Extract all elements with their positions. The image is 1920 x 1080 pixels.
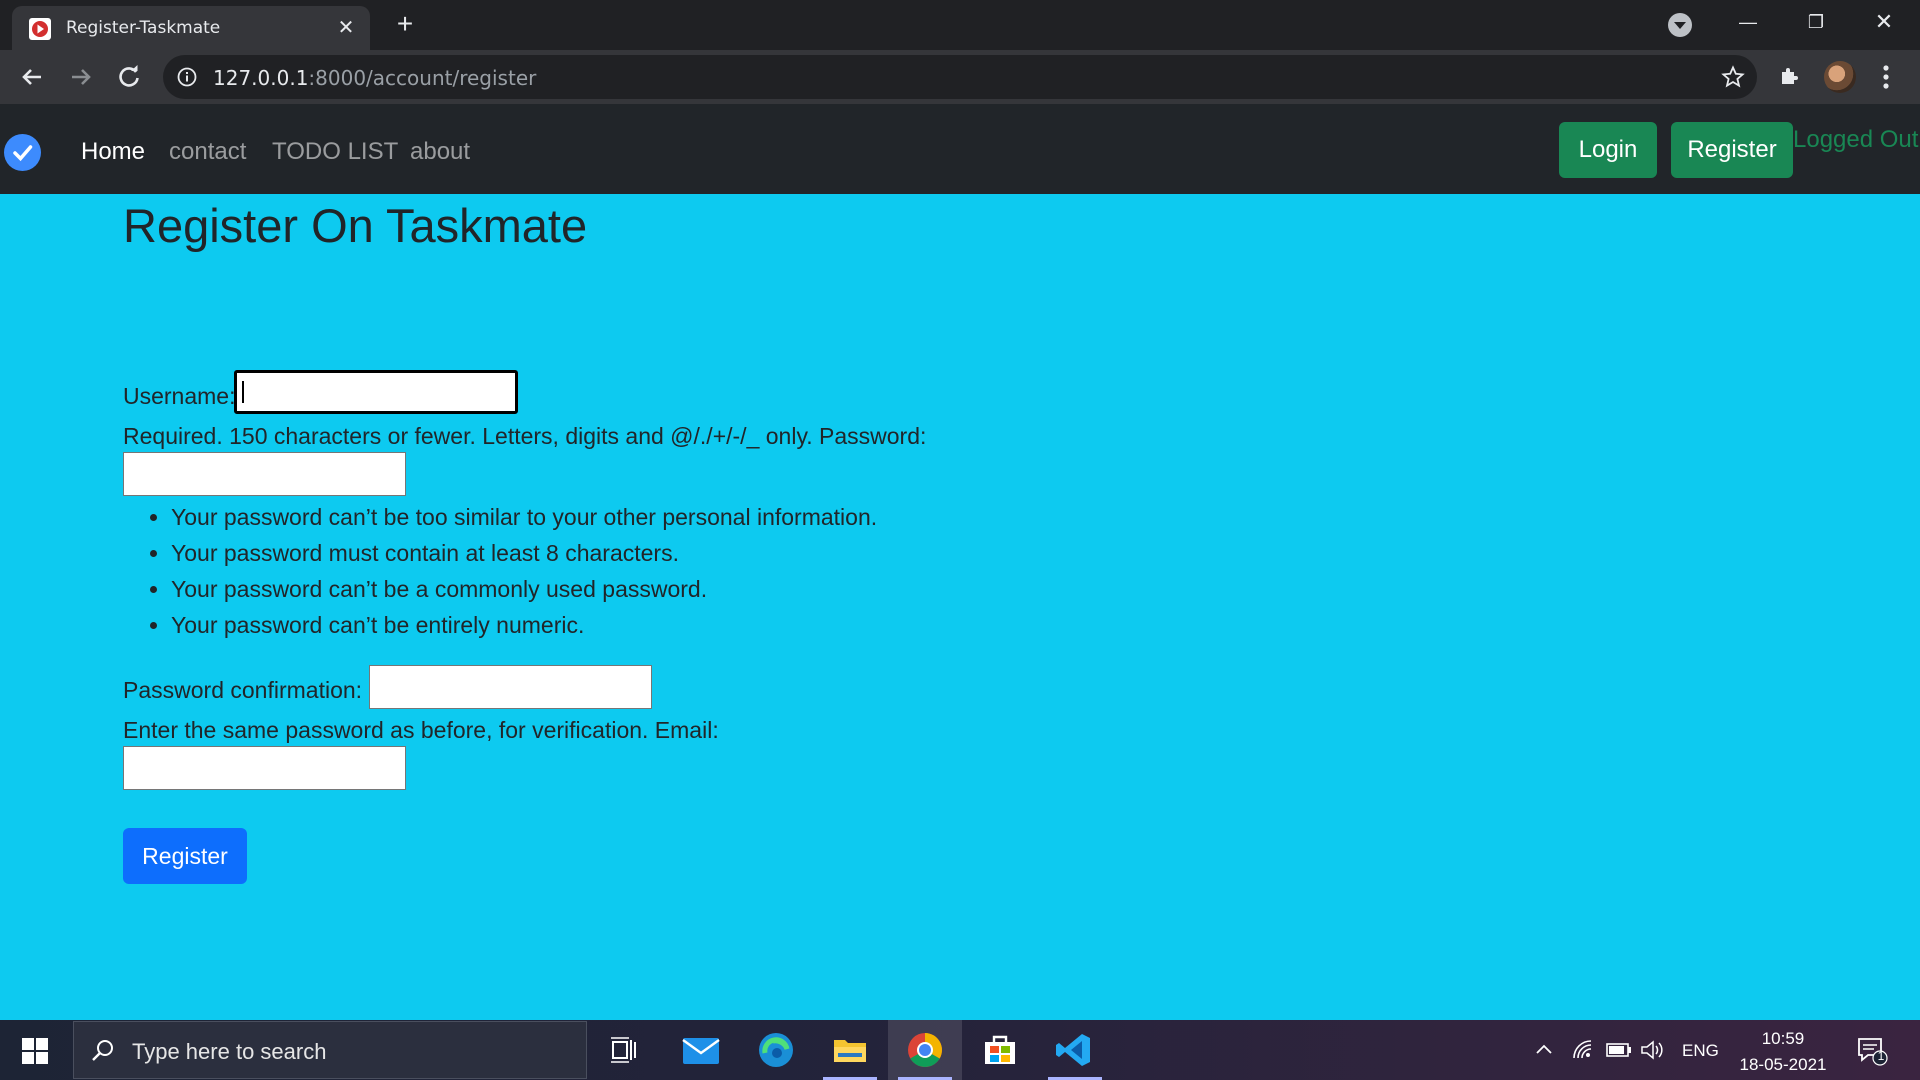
store-app-button[interactable] <box>963 1020 1037 1080</box>
mail-app-button[interactable] <box>664 1020 738 1080</box>
wifi-icon[interactable] <box>1571 1038 1595 1062</box>
password-confirm-label: Password confirmation: <box>123 677 363 703</box>
password-input[interactable] <box>123 452 406 496</box>
nav-home[interactable]: Home <box>81 138 145 166</box>
close-icon[interactable]: ✕ <box>334 16 358 40</box>
tab-search-button[interactable] <box>1668 13 1692 37</box>
nav-todo-list[interactable]: TODO LIST <box>272 138 398 166</box>
reload-icon[interactable] <box>114 62 144 92</box>
checkmark-icon <box>13 145 33 162</box>
search-icon <box>92 1040 113 1061</box>
register-submit-button[interactable]: Register <box>123 828 247 884</box>
mail-icon <box>682 1038 720 1064</box>
edge-icon <box>759 1033 793 1067</box>
forward-arrow-icon[interactable] <box>66 62 96 92</box>
address-bar[interactable]: 127.0.0.1:8000/account/register <box>163 55 1757 99</box>
language-indicator[interactable]: ENG <box>1682 1041 1719 1061</box>
url-path: :8000/account/register <box>308 66 537 90</box>
window-close-button[interactable]: ✕ <box>1864 6 1904 38</box>
vscode-icon <box>1056 1034 1090 1066</box>
chrome-icon <box>908 1033 942 1067</box>
minimize-button[interactable]: — <box>1728 6 1768 38</box>
file-explorer-button[interactable] <box>813 1020 887 1080</box>
chevron-up-icon[interactable] <box>1534 1040 1554 1060</box>
username-input[interactable] <box>234 370 518 414</box>
chrome-app-button[interactable] <box>888 1020 962 1080</box>
nav-register-button[interactable]: Register <box>1671 122 1793 178</box>
email-input[interactable] <box>123 746 406 790</box>
nav-about[interactable]: about <box>410 138 470 166</box>
volume-icon[interactable] <box>1640 1038 1666 1062</box>
windows-logo-icon[interactable] <box>22 1038 48 1064</box>
confirm-help-text: Enter the same password as before, for v… <box>123 717 719 743</box>
taskbar-search-box[interactable]: Type here to search <box>73 1021 587 1079</box>
list-item: Your password must contain at least 8 ch… <box>171 536 877 572</box>
plus-icon[interactable]: + <box>390 10 420 40</box>
vscode-app-button[interactable] <box>1038 1020 1112 1080</box>
restore-button[interactable]: ❐ <box>1796 6 1836 38</box>
browser-tab[interactable]: Register-Taskmate ✕ <box>12 6 370 50</box>
site-navbar: Home contact TODO LIST about Login Regis… <box>0 104 1920 194</box>
extensions-icon[interactable] <box>1778 64 1802 88</box>
browser-toolbar: 127.0.0.1:8000/account/register <box>0 50 1920 104</box>
text-caret <box>242 381 244 403</box>
task-view-icon <box>611 1037 636 1063</box>
login-button[interactable]: Login <box>1559 122 1657 178</box>
task-view-button[interactable] <box>587 1020 661 1080</box>
notification-center-button[interactable]: 1 <box>1856 1036 1888 1066</box>
list-item: Your password can’t be a commonly used p… <box>171 572 877 608</box>
taskbar-search-placeholder: Type here to search <box>132 1039 327 1064</box>
tab-title: Register-Taskmate <box>66 18 221 38</box>
password-confirm-input[interactable] <box>369 665 652 709</box>
store-icon <box>985 1035 1015 1064</box>
url-host: 127.0.0.1 <box>213 66 309 90</box>
avatar[interactable] <box>1824 61 1856 93</box>
folder-icon <box>834 1040 866 1062</box>
username-label: Username: <box>123 383 236 409</box>
url-text: 127.0.0.1:8000/account/register <box>213 66 536 90</box>
list-item: Your password can’t be too similar to yo… <box>171 500 877 536</box>
info-icon[interactable] <box>177 67 197 87</box>
more-vert-icon[interactable] <box>1876 62 1896 92</box>
clock-time: 10:59 <box>1761 1029 1805 1048</box>
star-icon[interactable] <box>1721 65 1745 89</box>
nav-contact[interactable]: contact <box>169 138 246 166</box>
windows-taskbar: Type here to search ENG 10:59 18-05-2021… <box>0 1020 1920 1080</box>
browser-favicon <box>29 18 51 40</box>
battery-icon[interactable] <box>1606 1038 1632 1062</box>
password-rules-list: Your password can’t be too similar to yo… <box>171 500 877 644</box>
notification-count: 1 <box>1877 1049 1885 1063</box>
list-item: Your password can’t be entirely numeric. <box>171 608 877 644</box>
system-clock[interactable]: 10:59 18-05-2021 <box>1730 1026 1836 1078</box>
browser-tab-strip: Register-Taskmate ✕ + — ❐ ✕ <box>0 0 1920 50</box>
login-status: Logged Out <box>1793 126 1919 153</box>
username-help-text: Required. 150 characters or fewer. Lette… <box>123 423 927 449</box>
clock-date: 18-05-2021 <box>1739 1055 1827 1074</box>
back-arrow-icon[interactable] <box>17 62 47 92</box>
edge-app-button[interactable] <box>739 1020 813 1080</box>
page-title: Register On Taskmate <box>123 199 588 252</box>
brand-logo[interactable] <box>4 134 41 171</box>
